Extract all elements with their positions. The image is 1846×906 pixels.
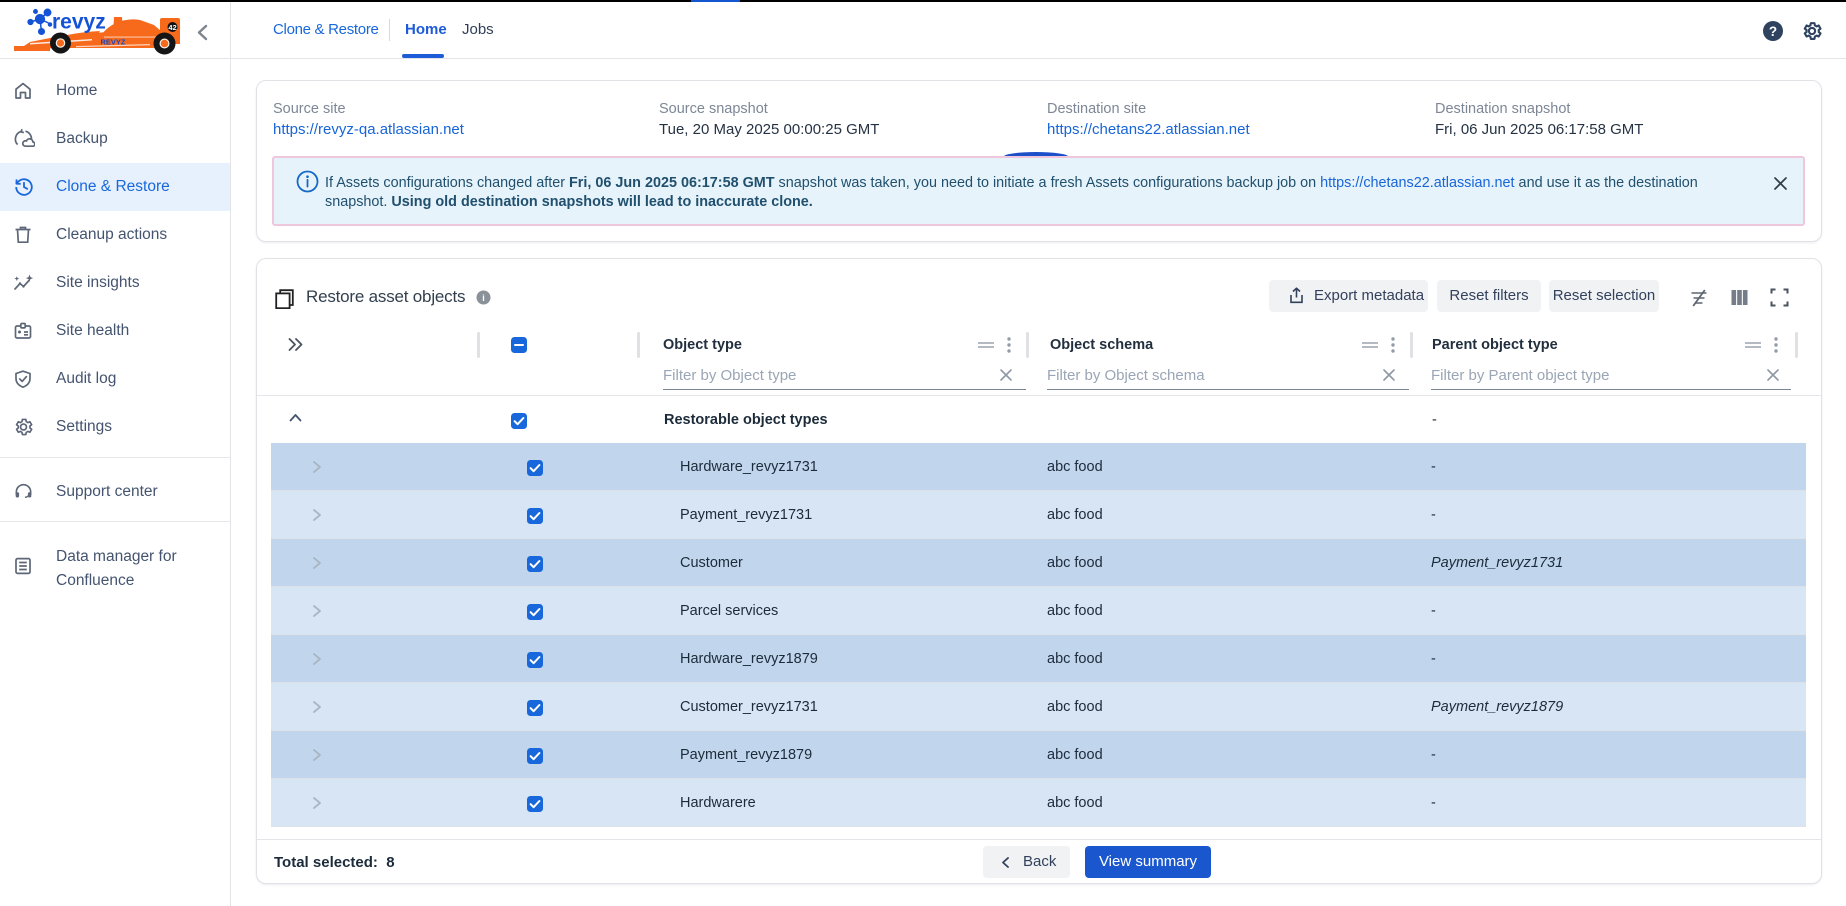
svg-text:?: ? xyxy=(1769,24,1777,39)
svg-text:revyz: revyz xyxy=(52,11,106,34)
svg-text:42: 42 xyxy=(168,23,176,32)
svg-text:REVYZ: REVYZ xyxy=(100,38,125,47)
svg-text:i: i xyxy=(482,293,485,303)
